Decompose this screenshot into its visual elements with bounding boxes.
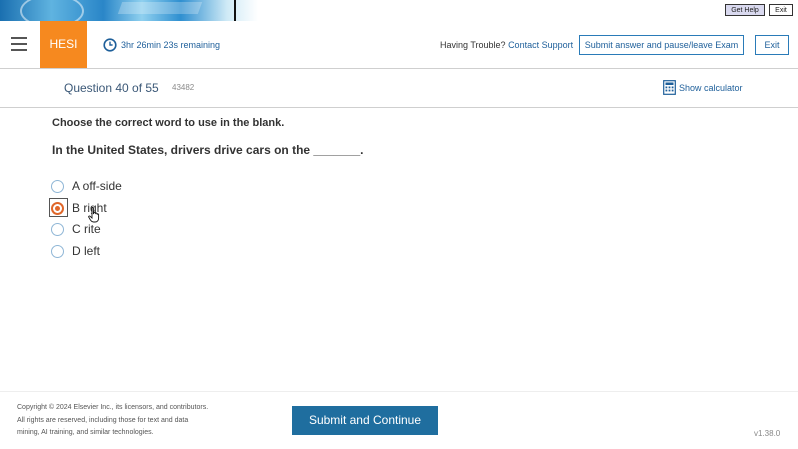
contact-support-link[interactable]: Contact Support <box>508 40 573 50</box>
copyright-line-3: mining, AI training, and similar technol… <box>17 429 154 436</box>
copyright-line-1: Copyright © 2024 Elsevier Inc., its lice… <box>17 404 209 411</box>
question-id: 43482 <box>172 83 195 92</box>
exit-small-button[interactable]: Exit <box>769 4 793 16</box>
menu-icon[interactable] <box>11 37 27 51</box>
option-c-label: C rite <box>72 222 101 236</box>
radio-a[interactable] <box>51 179 64 193</box>
version: v1.38.0 <box>754 429 781 438</box>
option-d[interactable]: D left <box>51 244 100 258</box>
top-bar: HESI 3hr 26min 23s remaining Having Trou… <box>0 21 798 69</box>
clock-icon <box>103 38 117 52</box>
footer-divider <box>0 391 798 392</box>
submit-continue-button[interactable]: Submit and Continue <box>292 406 438 435</box>
radio-d[interactable] <box>51 244 64 258</box>
option-a[interactable]: A off-side <box>51 179 122 193</box>
radio-b[interactable] <box>51 201 64 215</box>
copyright: Copyright © 2024 Elsevier Inc., its lice… <box>17 402 232 440</box>
calculator-icon <box>663 80 676 95</box>
question-instruction: Choose the correct word to use in the bl… <box>52 117 285 129</box>
option-a-label: A off-side <box>72 179 122 193</box>
exit-button[interactable]: Exit <box>755 35 789 55</box>
header-banner-image <box>0 0 258 21</box>
option-c[interactable]: C rite <box>51 222 101 236</box>
trouble-label: Having Trouble? <box>440 40 506 50</box>
radio-c[interactable] <box>51 222 64 236</box>
show-calculator-label: Show calculator <box>679 82 743 93</box>
timer: 3hr 26min 23s remaining <box>103 37 220 53</box>
hand-cursor-icon <box>88 207 100 223</box>
get-help-button[interactable]: Get Help <box>725 4 765 16</box>
brand-logo: HESI <box>40 21 87 68</box>
option-d-label: D left <box>72 244 101 258</box>
question-header: Question 40 of 55 43482 Show calculator <box>0 69 798 108</box>
timer-text: 3hr 26min 23s remaining <box>121 40 221 50</box>
question-number: Question 40 of 55 <box>64 81 159 95</box>
question-stem: In the United States, drivers drive cars… <box>52 143 364 157</box>
submit-pause-button[interactable]: Submit answer and pause/leave Exam <box>579 35 744 55</box>
copyright-line-2: All rights are reserved, including those… <box>17 416 189 424</box>
trouble-text: Having Trouble? Contact Support <box>440 40 573 50</box>
show-calculator-button[interactable]: Show calculator <box>663 80 743 95</box>
